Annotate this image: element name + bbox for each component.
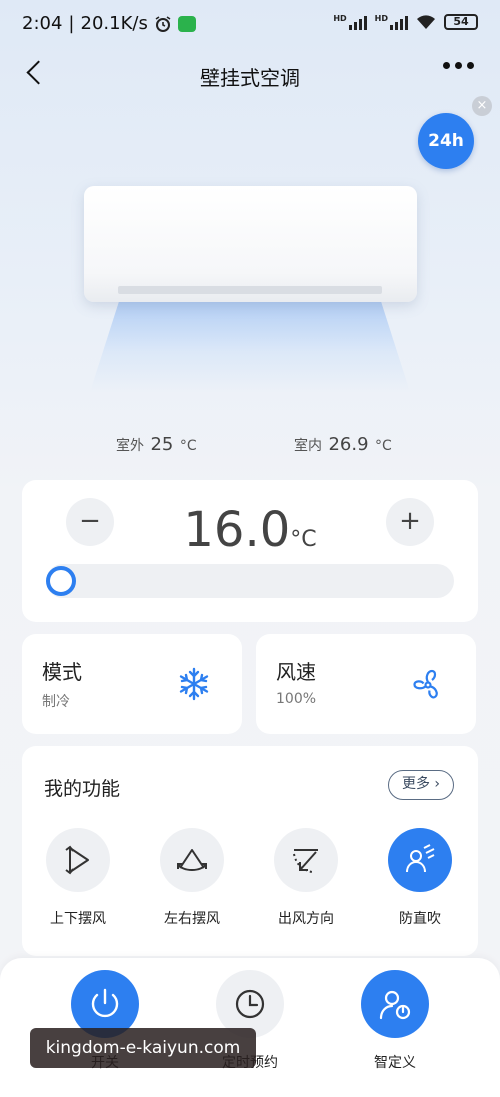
ac-unit-illustration [84,186,417,302]
more-options-button[interactable] [443,62,474,69]
anti-direct-blow-icon [406,844,435,873]
air-direction-icon [293,849,318,873]
function-label: 出风方向 [278,911,334,927]
service-badge-text: 24h [428,131,464,151]
function-label: 左右摆风 [164,911,220,927]
swing-vertical-icon [65,845,89,875]
page-title: 壁挂式空调 [200,66,300,90]
temperature-slider[interactable] [46,564,454,598]
smart-custom-label: 智定义 [374,1055,416,1071]
service-close-icon[interactable]: × [472,96,492,116]
ac-vent [118,286,382,294]
clock-icon [235,989,265,1019]
status-time: 2:04 [22,13,63,34]
fan-speed-tile[interactable]: 风速 100% [256,634,476,734]
set-temperature-value: 16.0 [183,502,291,558]
power-icon [91,988,119,1018]
battery-icon: 54 [444,14,478,30]
temperature-slider-handle[interactable] [46,566,76,596]
mode-tile[interactable]: 模式 制冷 [22,634,242,734]
hd-label-1: HD [333,14,347,23]
outdoor-temp-value: 25 [150,434,174,455]
status-net-speed: 20.1K/s [80,13,148,34]
status-left: 2:04 | 20.1K/s [22,13,196,34]
wifi-icon [417,15,435,29]
indoor-temperature: 室内 26.9 °C [294,434,392,455]
indoor-temp-value: 26.9 [328,434,369,455]
more-functions-button[interactable]: 更多 › [388,770,454,800]
smart-custom-button[interactable]: 智定义 [340,970,450,1072]
mode-title: 模式 [42,660,82,684]
function-swing-horizontal[interactable]: 左右摆风 [142,828,242,928]
status-right: HD HD 54 [333,14,478,30]
snowflake-icon [179,667,209,701]
airflow-illustration [90,292,410,392]
signal-icon-2 [390,14,408,30]
function-swing-vertical[interactable]: 上下摆风 [28,828,128,928]
fan-speed-value: 100% [276,691,317,707]
smart-custom-icon [379,990,411,1020]
increase-temp-button[interactable]: + [386,498,434,546]
top-nav: 壁挂式空调 [0,52,500,96]
customer-service-24h-button[interactable]: 24h [418,113,474,169]
function-label: 上下摆风 [50,911,106,927]
function-label: 防直吹 [399,911,441,927]
wechat-icon [177,15,196,32]
mode-value: 制冷 [42,694,70,710]
temperature-card: − 16.0°C + [22,480,478,622]
fan-icon [413,669,438,699]
status-bar: 2:04 | 20.1K/s HD HD 54 [0,0,500,48]
fan-speed-title: 风速 [276,660,316,684]
set-temperature-unit: °C [290,527,317,552]
signal-icon-1 [348,14,367,30]
my-functions-title: 我的功能 [44,778,121,800]
alarm-icon [155,15,171,32]
watermark-banner: kingdom-e-kaiyun.com [30,1028,256,1068]
function-air-direction[interactable]: 出风方向 [256,828,356,928]
function-anti-direct-blow[interactable]: 防直吹 [370,828,470,928]
outdoor-temperature: 室外 25 °C [116,434,197,455]
swing-horizontal-icon [177,849,207,871]
hd-label-2: HD [374,14,388,23]
my-functions-card: 我的功能 更多 › 上下摆风 左右摆风 出风方向 防直吹 [22,746,478,956]
